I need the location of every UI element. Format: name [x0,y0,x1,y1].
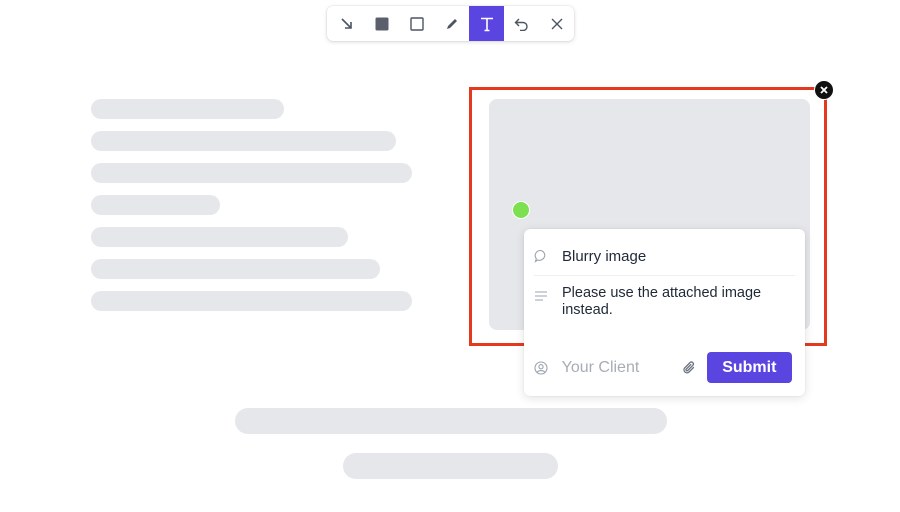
user-circle-icon [534,360,552,375]
tool-filled-rectangle[interactable] [364,6,399,41]
square-outline-icon [409,16,424,31]
comment-title[interactable]: Blurry image [562,241,646,273]
remove-annotation-button[interactable] [814,80,834,100]
paperclip-icon[interactable] [682,360,697,376]
client-name-input[interactable] [561,358,682,377]
text-placeholder-line [235,408,667,434]
tool-pen[interactable] [434,6,469,41]
tool-text[interactable] [469,6,504,41]
text-placeholder-line [91,259,380,279]
comment-description-row: Please use the attached image instead. [534,285,795,319]
comment-card: Blurry image Please use the attached ima… [524,229,805,396]
text-lines-icon [534,289,552,307]
tool-close[interactable] [539,6,574,41]
text-placeholder-line [343,453,558,479]
text-placeholder-line [91,99,284,119]
close-icon [820,86,828,94]
arrow-down-right-icon [340,17,352,29]
pencil-icon [446,18,457,29]
tool-rectangle[interactable] [399,6,434,41]
chat-bubble-icon [534,249,552,268]
comment-description[interactable]: Please use the attached image instead. [562,285,792,319]
close-icon [551,18,562,29]
comment-pin[interactable] [512,201,530,219]
submit-button[interactable]: Submit [706,352,792,383]
comment-title-row: Blurry image [534,243,795,276]
tool-arrow[interactable] [329,6,364,41]
text-placeholder-line [91,195,220,215]
annotation-toolbar [327,6,574,41]
text-placeholder-line [91,131,396,151]
tool-undo[interactable] [504,6,539,41]
text-placeholder-line [91,291,412,311]
filled-square-icon [375,17,388,30]
text-t-icon [480,17,493,31]
undo-icon [514,18,528,31]
text-placeholder-line [91,227,348,247]
comment-footer: Submit [534,352,792,383]
text-placeholder-line [91,163,412,183]
